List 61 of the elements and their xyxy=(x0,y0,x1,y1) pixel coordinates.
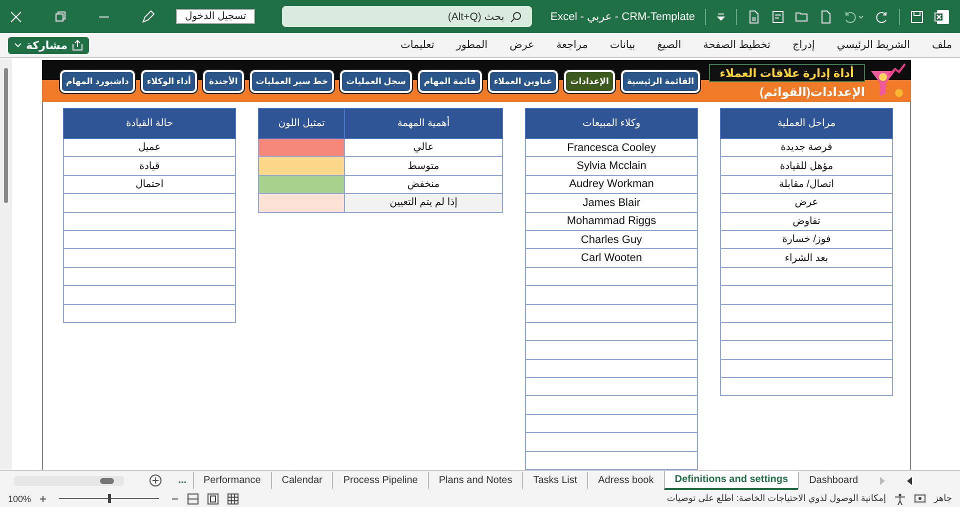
menu-tab[interactable]: إدراج xyxy=(792,39,815,51)
menu-tab[interactable]: الشريط الرئيسي xyxy=(836,39,910,51)
banner-title: أداة إدارة علاقات العملاء xyxy=(708,64,865,82)
menu-tab[interactable]: بيانات xyxy=(610,39,636,51)
menu-tab[interactable]: عرض xyxy=(510,39,534,51)
table-cell: احتمال xyxy=(64,175,236,194)
share-button[interactable]: مشاركة xyxy=(8,36,89,54)
table-cell: Francesca Cooley xyxy=(526,138,698,157)
menu-tab[interactable]: مراجعة xyxy=(556,39,588,51)
table-cell: Audrey Workman xyxy=(526,175,698,194)
table-cell: بعد الشراء xyxy=(720,248,892,268)
table-cell: عرض xyxy=(720,194,892,212)
table-cell: Mohammad Riggs xyxy=(526,212,698,230)
column-header: مراحل العملية xyxy=(720,108,892,138)
table-cell: فوز/ خسارة xyxy=(720,230,892,249)
more-tabs-button[interactable]: ... xyxy=(178,475,187,486)
table-cell: فرصة جديدة xyxy=(720,138,892,157)
column-header: حالة القيادة xyxy=(64,108,236,138)
menu-tab[interactable]: ملف xyxy=(932,39,952,51)
nav-button[interactable]: الأجندة xyxy=(202,70,244,92)
column-header: تمثيل اللون xyxy=(258,108,344,138)
menu-tab[interactable]: تخطيط الصفحة xyxy=(703,39,770,51)
menu-tab[interactable]: تعليمات xyxy=(400,39,434,51)
status-text: جاهز xyxy=(934,493,952,504)
table-cell: عميل xyxy=(64,138,236,157)
nav-button[interactable]: القائمة الرئيسية xyxy=(620,70,700,92)
table-cell: Sylvia Mcclain xyxy=(526,156,698,176)
sheet-tab[interactable]: Adress book xyxy=(587,472,664,489)
nav-button[interactable]: قائمة المهام xyxy=(418,70,482,92)
sheet-tab[interactable]: Definitions and settings xyxy=(664,471,798,490)
nav-button[interactable]: سجل العمليات xyxy=(340,70,412,92)
nav-button[interactable]: عناوين العملاء xyxy=(488,70,558,92)
column-header: وكلاء المبيعات xyxy=(526,108,698,138)
sheet-tab[interactable]: Process Pipeline xyxy=(332,472,428,489)
table-cell: تفاوض xyxy=(720,212,892,230)
table-cell: مؤهل للقيادة xyxy=(720,156,892,176)
nav-button[interactable]: الإعدادات xyxy=(564,70,615,92)
table-cell: متوسط xyxy=(344,156,502,176)
menu-tab[interactable]: الصيغ xyxy=(657,39,682,51)
table-cell: Carl Wooten xyxy=(526,248,698,268)
sheet-tab[interactable]: Performance xyxy=(192,472,271,489)
nav-button[interactable]: داشبورد المهام xyxy=(60,70,135,92)
nav-button[interactable]: خط سير العمليات xyxy=(250,70,334,92)
window-title: CRM-Template - عربي - Excel xyxy=(550,10,695,23)
sign-in-button[interactable]: تسجيل الدخول xyxy=(176,9,256,24)
column-header: أهمية المهمة xyxy=(344,108,502,138)
sheet-tab[interactable]: Tasks List xyxy=(522,472,588,489)
table-cell: اتصال/ مقابلة xyxy=(720,175,892,194)
table-cell: عالي xyxy=(344,138,502,157)
accessibility-status[interactable]: إمكانية الوصول لذوي الاحتياجات الخاصة: اطلع على توصيات xyxy=(666,493,886,504)
table-cell: إذا لم يتم التعيين xyxy=(344,194,502,212)
table-cell: قيادة xyxy=(64,156,236,176)
sheet-tab[interactable]: Plans and Notes xyxy=(428,472,522,489)
menu-tab[interactable]: المطور xyxy=(456,39,488,51)
table-cell: James Blair xyxy=(526,194,698,212)
search-field[interactable]: بحث (Alt+Q) xyxy=(282,6,532,27)
nav-button[interactable]: أداء الوكلاء xyxy=(140,70,197,92)
table-cell: Charles Guy xyxy=(526,230,698,249)
zoom-level[interactable]: 100% xyxy=(8,494,32,504)
banner-subtitle: الإعدادات(القوائم) xyxy=(760,84,865,98)
sheet-tab[interactable]: Calendar xyxy=(270,472,332,489)
